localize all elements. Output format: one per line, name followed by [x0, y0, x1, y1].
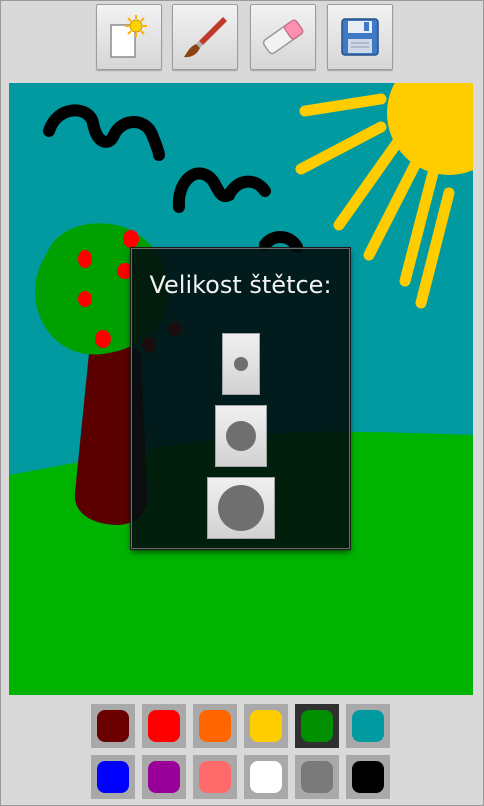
color-swatch-gray[interactable] — [295, 755, 339, 799]
sun — [387, 83, 473, 175]
toolbar — [0, 0, 484, 76]
color-swatch-black[interactable] — [346, 755, 390, 799]
medium-dot-icon — [226, 421, 256, 451]
new-canvas-button[interactable] — [96, 4, 162, 70]
dialog-title: Velikost štětce: — [149, 271, 332, 299]
save-button[interactable] — [327, 4, 393, 70]
color-swatch-white[interactable] — [244, 755, 288, 799]
brush-button[interactable] — [172, 4, 238, 70]
new-page-icon — [110, 15, 147, 58]
color-palette — [0, 700, 484, 806]
brush-size-small-button[interactable] — [222, 333, 260, 395]
color-swatch-green-selected[interactable] — [295, 704, 339, 748]
brush-size-large-button[interactable] — [207, 477, 275, 539]
color-swatch-purple[interactable] — [142, 755, 186, 799]
floppy-disk-icon — [341, 18, 379, 56]
color-swatch-yellow[interactable] — [244, 704, 288, 748]
brush-size-dialog: Velikost štětce: — [131, 248, 350, 549]
color-swatch-blue[interactable] — [91, 755, 135, 799]
color-swatch-dark-red[interactable] — [91, 704, 135, 748]
color-swatch-red[interactable] — [142, 704, 186, 748]
color-swatch-orange[interactable] — [193, 704, 237, 748]
color-swatch-pink[interactable] — [193, 755, 237, 799]
eraser-icon — [262, 19, 304, 55]
color-swatch-teal[interactable] — [346, 704, 390, 748]
eraser-button[interactable] — [250, 4, 316, 70]
large-dot-icon — [218, 485, 264, 531]
brush-icon — [184, 17, 227, 58]
brush-size-medium-button[interactable] — [215, 405, 267, 467]
small-dot-icon — [234, 357, 248, 371]
